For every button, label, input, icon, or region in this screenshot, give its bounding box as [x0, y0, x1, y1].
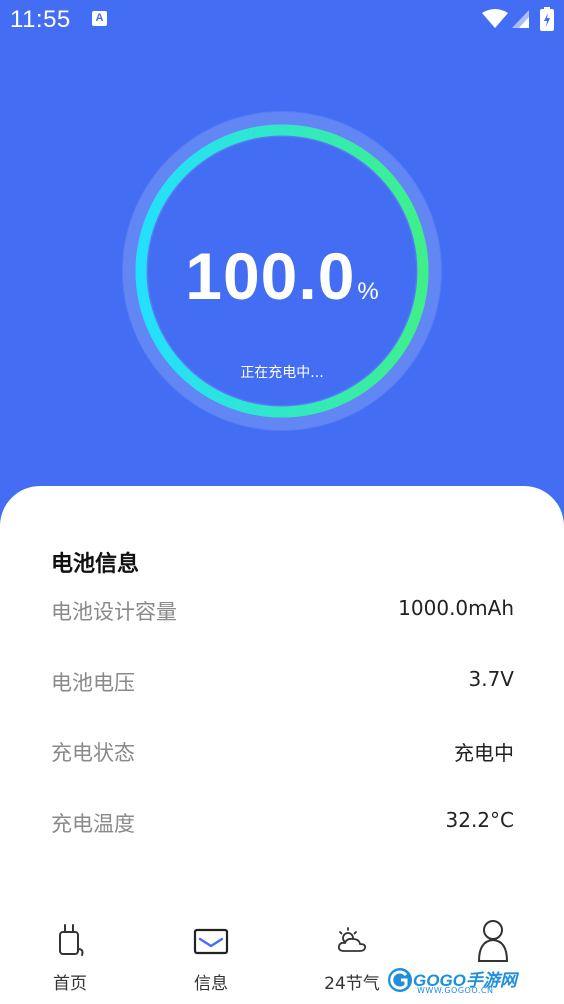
- nav-label: 信息: [194, 974, 228, 994]
- info-value: 32.2°C: [445, 808, 515, 832]
- watermark-subtext: WWW.GOGOO.CN: [417, 986, 494, 995]
- info-label: 充电温度: [51, 812, 135, 836]
- info-value: 3.7V: [468, 667, 515, 691]
- info-row-voltage: 电池电压 3.7V: [51, 667, 514, 697]
- battery-gauge: 100.0% 正在充电中...: [121, 110, 443, 432]
- message-icon: [193, 928, 229, 955]
- info-label: 电池设计容量: [51, 600, 177, 624]
- status-time: 11:55: [10, 6, 71, 33]
- nav-label: 首页: [53, 974, 87, 994]
- battery-percent: 100.0%: [121, 238, 443, 314]
- info-row-temperature: 充电温度 32.2°C: [51, 808, 514, 838]
- battery-percent-unit: %: [357, 278, 379, 305]
- info-label: 充电状态: [51, 741, 135, 765]
- info-row-charge-state: 充电状态 充电中: [51, 737, 514, 767]
- notification-icon: A: [92, 11, 107, 26]
- profile-icon: [477, 920, 509, 962]
- info-value: 充电中: [454, 741, 514, 765]
- charging-status-text: 正在充电中...: [240, 365, 324, 381]
- nav-item-info[interactable]: 信息: [156, 905, 266, 1004]
- weather-cloud-icon: [337, 927, 367, 952]
- wifi-icon: [482, 9, 508, 28]
- info-value: 1000.0mAh: [398, 596, 514, 620]
- watermark-logo: GOGO手游网 WWW.GOGOO.CN: [385, 960, 560, 1000]
- battery-icon: [540, 7, 554, 31]
- nav-item-home[interactable]: 首页: [15, 905, 125, 1004]
- card-title: 电池信息: [51, 552, 140, 577]
- status-bar: 11:55 A: [0, 0, 564, 40]
- charger-plug-icon: [59, 924, 84, 956]
- watermark-logo-icon: [388, 968, 412, 992]
- signal-icon: [512, 10, 529, 28]
- battery-percent-number: 100.0: [185, 239, 356, 313]
- info-row-design-capacity: 电池设计容量 1000.0mAh: [51, 596, 514, 626]
- info-label: 电池电压: [51, 671, 135, 695]
